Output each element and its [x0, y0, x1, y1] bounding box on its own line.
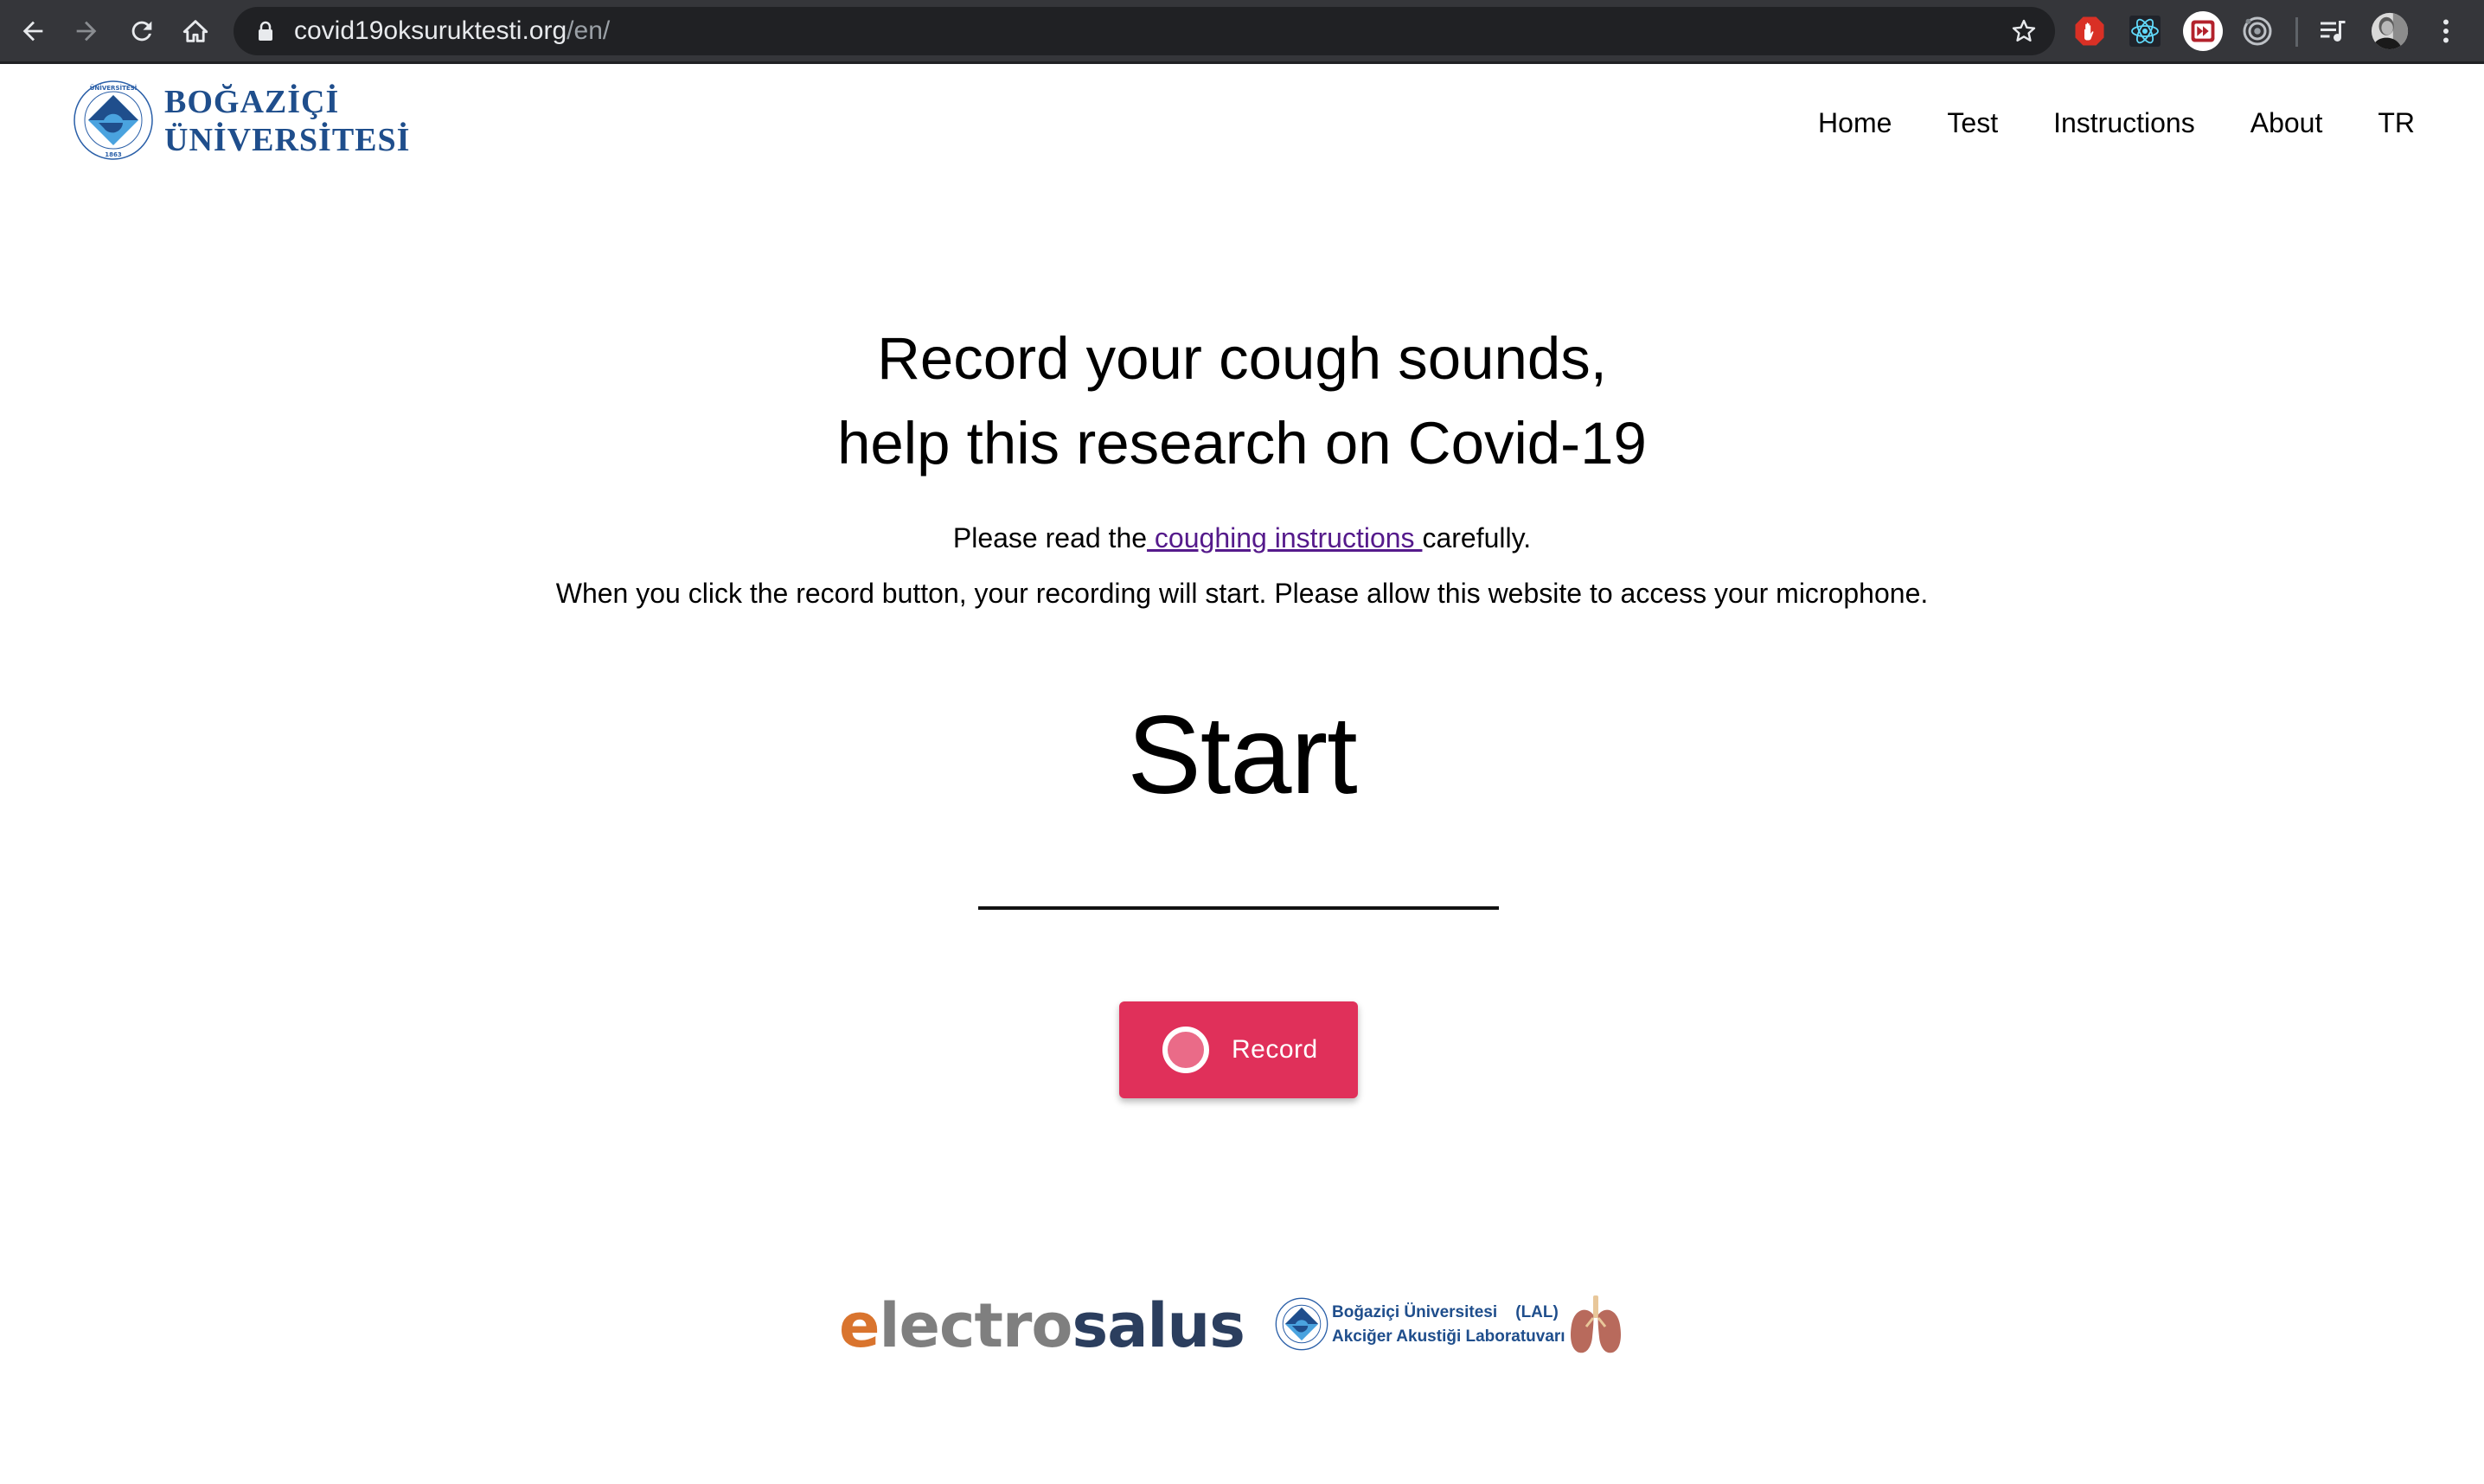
microphone-note: When you click the record button, your r…: [555, 578, 1929, 609]
headline-line2: help this research on Covid-19: [837, 410, 1647, 477]
svg-text:ÜNİVERSİTESİ: ÜNİVERSİTESİ: [90, 84, 138, 92]
url-text[interactable]: covid19oksuruktesti.org/en/: [294, 7, 610, 55]
lungs-icon: [1571, 1295, 1621, 1353]
lal-lab-name: Akciğer Akustiği Laboratuvarı: [1332, 1327, 1565, 1346]
lal-logo: Boğaziçi Üniversitesi (LAL) Akciğer Akus…: [1273, 1294, 1636, 1359]
react-devtools-extension[interactable]: [2128, 14, 2162, 48]
url-host: covid19oksuruktesti.org: [294, 16, 567, 45]
adblock-icon: [2075, 16, 2104, 46]
page-headline: Record your cough sounds, help this rese…: [0, 317, 2484, 486]
record-button[interactable]: Record: [1119, 1001, 1358, 1098]
recording-status: Start: [1127, 694, 1357, 817]
seal-year: 1863: [105, 151, 122, 158]
status-divider: [978, 906, 1499, 910]
chrome-menu-button[interactable]: [2429, 14, 2463, 48]
video-speed-icon: [2183, 11, 2223, 51]
electrosalus-logo: electrosalus: [839, 1287, 1245, 1365]
home-button[interactable]: [176, 12, 214, 50]
lock-icon: [259, 21, 272, 41]
nav-instructions[interactable]: Instructions: [2053, 107, 2195, 139]
university-seal-small-icon: [1275, 1297, 1328, 1351]
browser-toolbar: covid19oksuruktesti.org/en/: [0, 0, 2484, 64]
toolbar-divider: [2295, 17, 2298, 47]
url-path: /en/: [567, 16, 611, 45]
logo-part-e: e: [839, 1290, 880, 1361]
media-playlist-icon: [2321, 21, 2346, 42]
back-icon: [22, 21, 43, 42]
reload-icon: [131, 21, 152, 42]
forward-button[interactable]: [67, 12, 106, 50]
logo-part-salus: salus: [1072, 1290, 1245, 1361]
university-name: BOĞAZİÇİ ÜNİVERSİTESİ: [164, 83, 410, 159]
profile-avatar[interactable]: [2370, 11, 2410, 51]
instructions-note: Please read the coughing instructions ca…: [0, 522, 2484, 554]
home-icon: [182, 20, 208, 42]
logo-line2: ÜNİVERSİTESİ: [164, 122, 411, 158]
adblock-extension[interactable]: [2072, 14, 2107, 48]
lal-abbreviation: (LAL): [1515, 1303, 1559, 1321]
note-text-after: carefully.: [1422, 522, 1532, 553]
note-text-before: Please read the: [952, 522, 1148, 553]
nav-about[interactable]: About: [2250, 107, 2323, 139]
back-button[interactable]: [14, 12, 52, 50]
logo-part-lectro: lectro: [879, 1290, 1072, 1361]
logo-line1: BOĞAZİÇİ: [164, 84, 340, 120]
nav-home[interactable]: Home: [1818, 107, 1892, 139]
circle-target-icon: [2243, 16, 2272, 46]
reload-button[interactable]: [123, 12, 161, 50]
target-extension[interactable]: [2240, 14, 2275, 48]
nav-language-tr[interactable]: TR: [2378, 107, 2415, 139]
video-speed-extension[interactable]: [2183, 11, 2223, 51]
react-devtools-icon: [2129, 16, 2161, 47]
record-button-label: Record: [1232, 1035, 1318, 1064]
more-vert-icon: [2443, 19, 2449, 43]
bookmark-star-icon[interactable]: [2010, 17, 2038, 45]
forward-icon: [76, 21, 97, 42]
record-circle-icon: [1162, 1027, 1209, 1073]
coughing-instructions-link[interactable]: coughing instructions: [1147, 522, 1422, 553]
lal-university-name: Boğaziçi Üniversitesi: [1332, 1303, 1498, 1321]
avatar-icon: [2371, 12, 2409, 50]
nav-test[interactable]: Test: [1947, 107, 1998, 139]
lal-text: Boğaziçi Üniversitesi (LAL) Akciğer Akus…: [1332, 1301, 1565, 1349]
main-nav: Home Test Instructions About TR: [1763, 97, 2415, 149]
media-control-button[interactable]: [2316, 14, 2351, 48]
bogazici-logo[interactable]: ÜNİVERSİTESİ 1863 BOĞAZİÇİ ÜNİVERSİTESİ: [73, 80, 409, 163]
university-seal-icon: ÜNİVERSİTESİ 1863: [74, 80, 153, 160]
headline-line1: Record your cough sounds,: [877, 325, 1607, 392]
address-bar[interactable]: covid19oksuruktesti.org/en/: [234, 7, 2055, 55]
